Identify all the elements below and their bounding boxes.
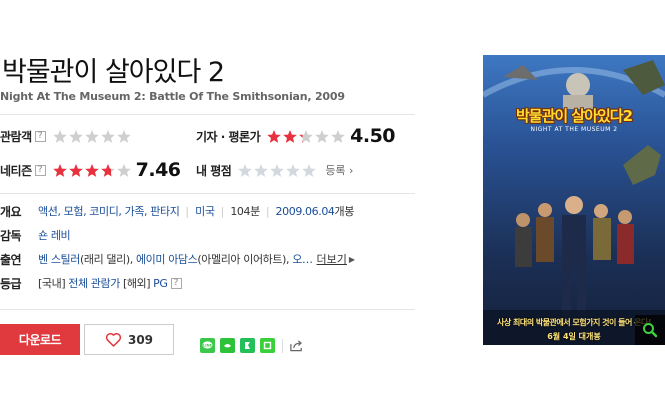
- like-count: 309: [127, 332, 154, 347]
- line-icon[interactable]: LINE: [200, 338, 215, 353]
- star-icon: [100, 163, 115, 177]
- star-icon[interactable]: [237, 163, 253, 178]
- release-suffix: 개봉: [334, 205, 355, 218]
- separator: |: [265, 204, 270, 218]
- star-icon: [52, 129, 67, 143]
- band-icon[interactable]: [220, 338, 235, 353]
- grade-foreign-link[interactable]: PG: [153, 277, 168, 290]
- star-icon: [84, 129, 99, 143]
- overview-label: 개요: [0, 204, 22, 219]
- cast-actor-link[interactable]: 벤 스틸러: [38, 251, 80, 267]
- audience-help-icon[interactable]: ?: [34, 130, 46, 142]
- critic-rating: 기자 · 평론가 4.50: [196, 125, 396, 147]
- movie-poster[interactable]: 박물관이 살아있다2 NIGHT AT THE MUSEUM 2 사상 최대의 …: [483, 55, 665, 345]
- svg-text:LINE: LINE: [203, 343, 213, 347]
- audience-stars: [52, 129, 132, 144]
- register-rating-label: 등록: [325, 164, 346, 177]
- country-link[interactable]: 미국: [195, 203, 215, 219]
- star-icon: [68, 163, 83, 177]
- star-icon: [283, 129, 297, 143]
- separator: |: [185, 204, 190, 218]
- director-link[interactable]: 숀 레비: [38, 227, 71, 243]
- cast-more-link[interactable]: 더보기: [317, 251, 347, 267]
- divider: [0, 309, 415, 310]
- zoom-button[interactable]: [635, 315, 665, 345]
- cast-actor-link[interactable]: 오…: [292, 251, 313, 267]
- cast-label: 출연: [0, 252, 22, 267]
- director-label: 감독: [0, 228, 22, 243]
- separator: |: [220, 204, 225, 218]
- grade-label: 등급: [0, 276, 22, 291]
- star-icon: [52, 163, 67, 177]
- star-icon: [267, 129, 281, 143]
- star-icon[interactable]: [285, 163, 301, 178]
- info-grade: 등급 [국내] 전체 관람가 [해외] PG ?: [0, 274, 182, 292]
- star-icon[interactable]: [269, 163, 285, 178]
- cast-role: (래리 댈리): [79, 253, 130, 266]
- netizen-rating-label: 네티즌: [0, 163, 32, 178]
- poster-title: 박물관이 살아있다2: [515, 107, 633, 125]
- critic-stars: [266, 129, 346, 144]
- register-rating-button[interactable]: 등록 ›: [325, 162, 353, 178]
- star-icon[interactable]: [301, 163, 317, 178]
- star-icon: [315, 129, 329, 143]
- genre-links[interactable]: 액션, 모험, 코미디, 가족, 판타지: [38, 203, 180, 219]
- download-button[interactable]: 다운로드: [0, 324, 80, 355]
- my-rating-stars[interactable]: [237, 163, 317, 178]
- star-icon: [331, 129, 345, 143]
- grade-domestic-link[interactable]: 전체 관람가: [68, 275, 120, 291]
- rating-row-1: 관람객 ?: [0, 125, 132, 147]
- my-rating-label: 내 평점: [196, 163, 232, 178]
- movie-title: 박물관이 살아있다 2: [2, 57, 225, 88]
- divider: [0, 114, 415, 115]
- poster-subtitle: NIGHT AT THE MUSEUM 2: [530, 126, 618, 133]
- star-icon: [299, 129, 313, 143]
- green-square-icon[interactable]: [260, 338, 275, 353]
- netizen-stars: [52, 163, 132, 178]
- star-icon: [116, 129, 131, 143]
- grade-help-icon[interactable]: ?: [170, 277, 182, 289]
- audience-rating-label: 관람객: [0, 129, 32, 144]
- netizen-rating: 네티즌 ? 7.46: [0, 159, 181, 181]
- poster-artwork: [483, 55, 665, 345]
- netizen-help-icon[interactable]: ?: [34, 164, 46, 176]
- runtime: 104분: [230, 205, 260, 218]
- star-icon[interactable]: [253, 163, 269, 178]
- cast-role: (아멜리아 이어하트): [197, 253, 287, 266]
- info-overview: 개요 액션, 모험, 코미디, 가족, 판타지 | 미국 | 104분 | 20…: [0, 202, 354, 220]
- chevron-right-icon: ▶: [348, 254, 356, 264]
- release-date-link[interactable]: 2009.06.04: [276, 205, 335, 218]
- movie-original-title: Night At The Museum 2: Battle Of The Smi…: [0, 90, 345, 103]
- heart-icon: [105, 332, 122, 347]
- star-icon: [116, 163, 131, 177]
- magnifier-icon: [643, 323, 658, 338]
- netizen-score: 7.46: [135, 159, 181, 181]
- critic-rating-label: 기자 · 평론가: [196, 129, 261, 144]
- grade-domestic-tag: [국내]: [38, 277, 66, 290]
- star-icon: [68, 129, 83, 143]
- cast-actor-link[interactable]: 에이미 아담스: [136, 251, 198, 267]
- star-icon: [84, 163, 99, 177]
- grade-foreign-tag: [해외]: [122, 277, 151, 290]
- kakaostory-icon[interactable]: [240, 338, 255, 353]
- share-icon[interactable]: [289, 338, 304, 353]
- star-icon: [100, 129, 115, 143]
- my-rating: 내 평점 등록 ›: [196, 159, 353, 181]
- info-director: 감독 숀 레비: [0, 226, 71, 244]
- divider: [0, 193, 415, 194]
- share-divider: [282, 338, 283, 353]
- share-icons: LINE: [200, 338, 309, 353]
- info-cast: 출연 벤 스틸러 (래리 댈리), 에이미 아담스 (아멜리아 이어하트), 오…: [0, 250, 355, 268]
- like-button[interactable]: 309: [84, 324, 174, 355]
- critic-score: 4.50: [350, 125, 396, 147]
